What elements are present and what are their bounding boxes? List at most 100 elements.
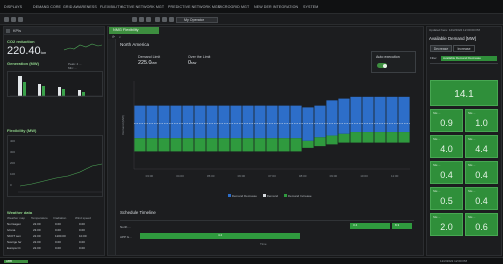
bar-demand-decrease-5[interactable] bbox=[182, 105, 194, 139]
schedule-block-2[interactable]: 3.4 bbox=[350, 223, 390, 229]
bar-demand-increase-23[interactable] bbox=[398, 132, 410, 143]
bar-demand-decrease-7[interactable] bbox=[206, 105, 218, 139]
generation-title: Generation (MW) bbox=[7, 61, 39, 66]
bar-demand-increase-15[interactable] bbox=[302, 140, 314, 148]
bar-demand-decrease-8[interactable] bbox=[218, 105, 230, 139]
bar-demand-decrease-22[interactable] bbox=[386, 96, 398, 133]
menu-item-flexibility[interactable]: FLEXIBILITY bbox=[100, 5, 122, 9]
bar-demand-decrease-1[interactable] bbox=[134, 105, 146, 139]
bar-demand-increase-8[interactable] bbox=[218, 138, 230, 152]
site-tile-7[interactable]: Site ... 0.5 bbox=[430, 187, 463, 210]
bar-demand-decrease-20[interactable] bbox=[362, 96, 374, 133]
bar-demand-decrease-11[interactable] bbox=[254, 105, 266, 139]
bar-demand-decrease-23[interactable] bbox=[398, 96, 410, 133]
bar-demand-increase-1[interactable] bbox=[134, 138, 146, 152]
bar-demand-decrease-21[interactable] bbox=[374, 96, 386, 133]
user-icon[interactable] bbox=[155, 17, 160, 22]
bar-demand-decrease-14[interactable] bbox=[290, 105, 302, 139]
weather-row-2-name: Ivrena bbox=[7, 228, 16, 232]
layout-icon[interactable] bbox=[132, 17, 137, 22]
bar-demand-decrease-9[interactable] bbox=[230, 105, 242, 139]
schedule-title: Schedule Timeline bbox=[120, 210, 156, 215]
menu-item-predictive-network[interactable]: PREDICTIVE NETWORK MGT bbox=[168, 5, 220, 9]
bar-demand-increase-17[interactable] bbox=[326, 135, 338, 145]
legend-demand[interactable]: Demand bbox=[262, 194, 278, 198]
menu-item-microgrid[interactable]: MICROGRID MGT bbox=[218, 5, 249, 9]
bar-demand-decrease-6[interactable] bbox=[194, 105, 206, 139]
site-tile-8[interactable]: Site ... 0.4 bbox=[465, 187, 498, 210]
site-tile-10[interactable]: Site ... 0.6 bbox=[465, 213, 498, 236]
auto-execution-toggle[interactable] bbox=[377, 63, 387, 68]
bar-demand-increase-19[interactable] bbox=[350, 132, 362, 143]
bar-demand-increase-3[interactable] bbox=[158, 138, 170, 152]
menu-item-system[interactable]: SYSTEM bbox=[303, 5, 318, 9]
schedule-timeline: North ... APP G... 4.2 3.4 8.3 Time bbox=[120, 220, 414, 248]
schedule-block-1-value: 4.2 bbox=[218, 233, 223, 237]
side-tool-strip[interactable] bbox=[108, 39, 116, 255]
bar-demand-increase-16[interactable] bbox=[314, 137, 326, 147]
bar-demand-decrease-16[interactable] bbox=[314, 105, 326, 138]
tab-increase[interactable]: Increase bbox=[453, 45, 475, 52]
bar-demand-decrease-19[interactable] bbox=[350, 96, 362, 133]
home-icon[interactable] bbox=[4, 17, 9, 22]
available-demand-panel: Updated here: 12/2/2022 12:00:00 PM Avai… bbox=[426, 26, 502, 256]
menu-item-demand-core[interactable]: DEMAND CORE bbox=[33, 5, 61, 9]
bar-demand-increase-6[interactable] bbox=[194, 138, 206, 152]
total-demand-tile[interactable]: 14.1 bbox=[430, 80, 498, 106]
bar-demand-increase-11[interactable] bbox=[254, 138, 266, 152]
kpi-collapse-icon[interactable] bbox=[6, 29, 10, 33]
bar-demand-decrease-15[interactable] bbox=[302, 107, 314, 141]
site-tile-2[interactable]: Site ... 1.0 bbox=[465, 109, 498, 132]
bar-demand-increase-2[interactable] bbox=[146, 138, 158, 152]
site-tile-4[interactable]: Site ... 4.4 bbox=[465, 135, 498, 158]
search-icon[interactable]: ⌕ bbox=[119, 35, 121, 39]
site-tile-1[interactable]: Site ... 0.9 bbox=[430, 109, 463, 132]
menu-item-grid-awareness[interactable]: GRID AWARENESS bbox=[63, 5, 97, 9]
bar-demand-increase-18[interactable] bbox=[338, 133, 350, 143]
menu-item-displays[interactable]: DISPLAYS bbox=[4, 5, 22, 9]
bar-demand-increase-21[interactable] bbox=[374, 132, 386, 143]
bar-demand-increase-7[interactable] bbox=[206, 138, 218, 152]
bar-demand-decrease-12[interactable] bbox=[266, 105, 278, 139]
bar-demand-decrease-3[interactable] bbox=[158, 105, 170, 139]
bar-demand-increase-13[interactable] bbox=[278, 138, 290, 152]
site-tile-3[interactable]: Site ... 4.0 bbox=[430, 135, 463, 158]
back-icon[interactable] bbox=[11, 17, 16, 22]
site-tile-5[interactable]: Site ... 0.4 bbox=[430, 161, 463, 184]
bar-demand-increase-12[interactable] bbox=[266, 138, 278, 152]
menu-item-new-der[interactable]: NEW DER INTEGRATION bbox=[254, 5, 298, 9]
site-tile-9[interactable]: Site ... 2.0 bbox=[430, 213, 463, 236]
bar-demand-decrease-2[interactable] bbox=[146, 105, 158, 139]
bar-demand-increase-9[interactable] bbox=[230, 138, 242, 152]
bar-demand-increase-14[interactable] bbox=[290, 138, 302, 152]
tab-nmg-flexibility[interactable]: NMG Flexibility bbox=[109, 27, 159, 34]
bar-demand-decrease-17[interactable] bbox=[326, 100, 338, 136]
bar-demand-increase-20[interactable] bbox=[362, 132, 374, 143]
schedule-block-3[interactable]: 8.3 bbox=[392, 223, 412, 229]
filter-select[interactable]: Available Demand Decrease bbox=[441, 56, 497, 61]
operator-select[interactable]: My Operator bbox=[176, 16, 218, 23]
bar-demand-increase-10[interactable] bbox=[242, 138, 254, 152]
bar-demand-increase-22[interactable] bbox=[386, 132, 398, 143]
bell-icon[interactable] bbox=[169, 17, 174, 22]
filter-icon[interactable] bbox=[162, 17, 167, 22]
tab-decrease[interactable]: Decrease bbox=[430, 45, 452, 52]
schedule-block-1[interactable]: 4.2 bbox=[140, 233, 300, 239]
site-tile-6[interactable]: Site ... 0.4 bbox=[465, 161, 498, 184]
available-demand-title: Available Demand [MW] bbox=[429, 36, 477, 41]
filter-select-value: Available Demand Decrease bbox=[443, 56, 481, 60]
grid-icon[interactable] bbox=[139, 17, 144, 22]
legend-demand-decrease[interactable]: Demand Decrease bbox=[228, 194, 257, 198]
forward-icon[interactable] bbox=[18, 17, 23, 22]
bar-demand-increase-5[interactable] bbox=[182, 138, 194, 152]
demand-limit-unit: MW bbox=[151, 61, 157, 65]
menu-item-active-network[interactable]: ACTIVE NETWORK MGT bbox=[121, 5, 164, 9]
bar-demand-decrease-13[interactable] bbox=[278, 105, 290, 139]
window-icon[interactable] bbox=[146, 17, 151, 22]
bar-demand-decrease-18[interactable] bbox=[338, 98, 350, 134]
legend-demand-increase[interactable]: Demand Increase bbox=[284, 194, 312, 198]
bar-demand-increase-4[interactable] bbox=[170, 138, 182, 152]
bar-demand-decrease-10[interactable] bbox=[242, 105, 254, 139]
bar-demand-decrease-4[interactable] bbox=[170, 105, 182, 139]
site-tile-1-label: Site ... bbox=[433, 111, 441, 115]
